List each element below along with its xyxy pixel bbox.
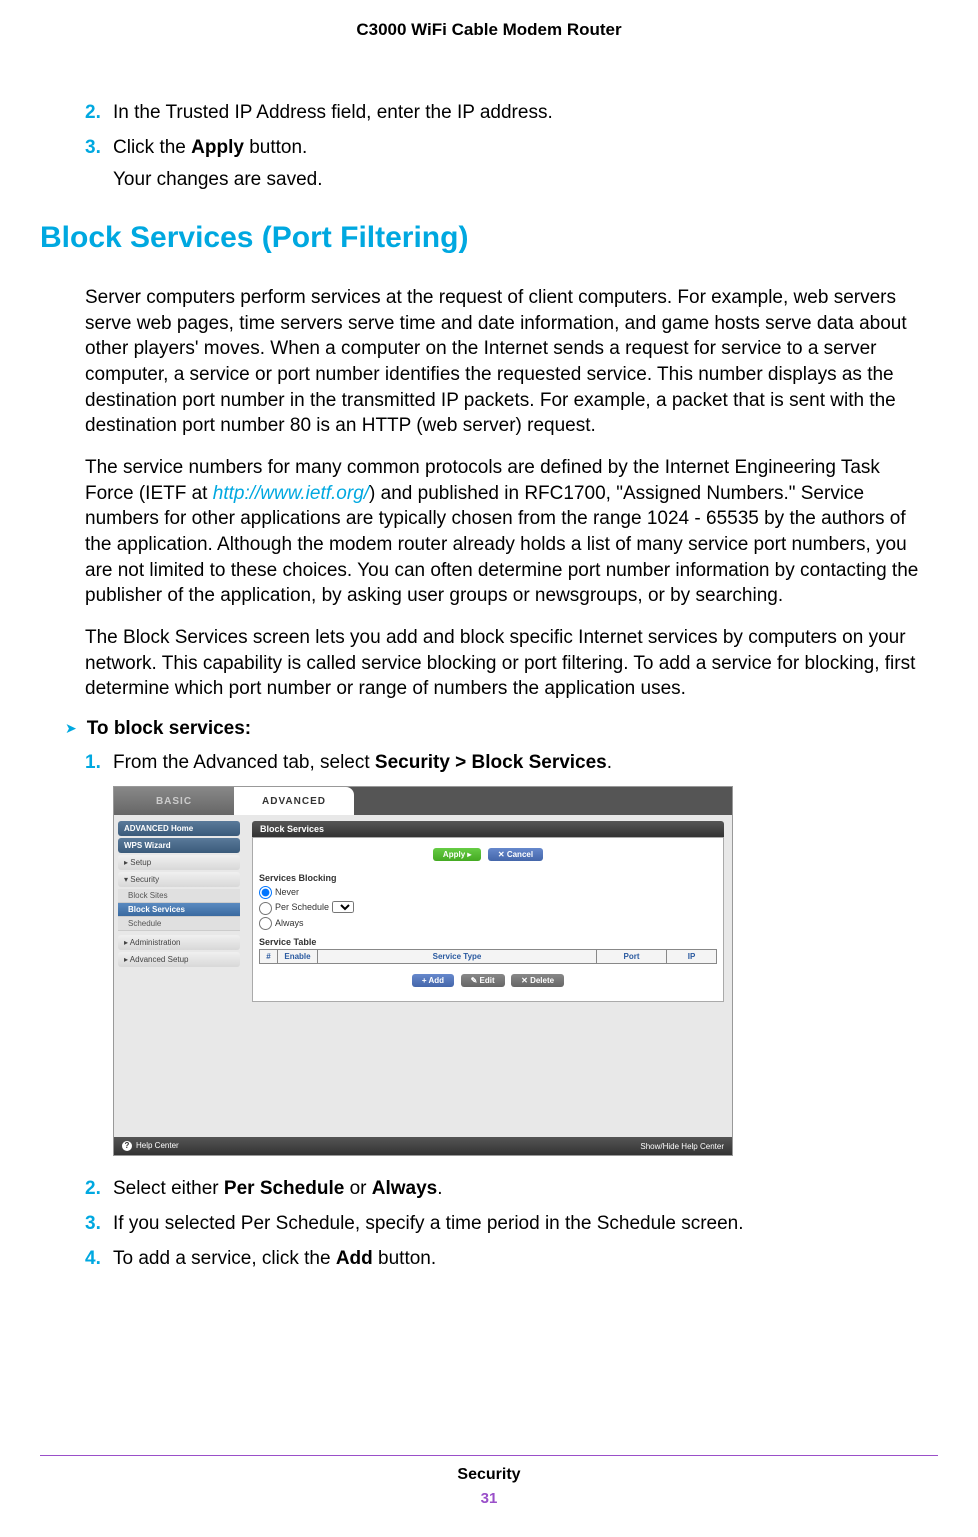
arrow-icon: ➤: [65, 720, 77, 737]
paragraph-2: The service numbers for many common prot…: [85, 455, 933, 609]
step-2-top: 2. In the Trusted IP Address field, ente…: [85, 100, 933, 127]
ietf-link[interactable]: http://www.ietf.org/: [213, 483, 369, 504]
apply-button[interactable]: Apply ▸: [433, 848, 481, 861]
radio-always-input[interactable]: [259, 917, 272, 930]
nav-advanced-setup[interactable]: ▸ Advanced Setup: [118, 952, 240, 967]
service-table: # Enable Service Type Port IP: [259, 949, 717, 964]
ss-main-panel: Block Services Apply ▸ ✕ Cancel Services…: [244, 815, 732, 1137]
edit-button[interactable]: ✎ Edit: [461, 974, 505, 987]
step-text: In the Trusted IP Address field, enter t…: [113, 100, 933, 127]
paragraph-3: The Block Services screen lets you add a…: [85, 625, 933, 702]
nav-block-sites[interactable]: Block Sites: [118, 889, 240, 903]
nav-block-services[interactable]: Block Services: [118, 903, 240, 917]
ss-sidebar: ADVANCED Home WPS Wizard ▸ Setup ▾ Secur…: [114, 815, 244, 1137]
show-hide-help[interactable]: Show/Hide Help Center: [640, 1142, 724, 1151]
services-blocking-label: Services Blocking: [259, 873, 717, 883]
step-3-top: 3. Click the Apply button.: [85, 135, 933, 162]
th-enable: Enable: [278, 949, 318, 963]
step-number: 3.: [85, 135, 113, 162]
schedule-select[interactable]: [332, 901, 354, 913]
step-3: 3. If you selected Per Schedule, specify…: [85, 1211, 933, 1238]
help-icon: ?: [122, 1141, 132, 1151]
ss-footer: ?Help Center Show/Hide Help Center: [114, 1137, 732, 1155]
tab-advanced[interactable]: ADVANCED: [234, 787, 354, 815]
step-number: 4.: [85, 1246, 113, 1273]
delete-button[interactable]: ✕ Delete: [511, 974, 564, 987]
step-text: To add a service, click the Add button.: [113, 1246, 933, 1273]
nav-security[interactable]: ▾ Security: [118, 872, 240, 887]
th-service-type: Service Type: [318, 949, 597, 963]
page-header: C3000 WiFi Cable Modem Router: [40, 20, 938, 40]
panel-title: Block Services: [252, 821, 724, 837]
footer-section-label: Security: [0, 1466, 978, 1484]
ss-tab-bar: BASIC ADVANCED: [114, 787, 732, 815]
nav-advanced-home[interactable]: ADVANCED Home: [118, 821, 240, 836]
th-ip: IP: [667, 949, 717, 963]
radio-never[interactable]: Never: [259, 885, 717, 900]
step-text: From the Advanced tab, select Security >…: [113, 750, 933, 777]
procedure-title: To block services:: [87, 718, 251, 740]
step-text: Select either Per Schedule or Always.: [113, 1176, 933, 1203]
step-text: If you selected Per Schedule, specify a …: [113, 1211, 933, 1238]
tab-basic[interactable]: BASIC: [114, 787, 234, 815]
step-number: 1.: [85, 750, 113, 777]
paragraph-1: Server computers perform services at the…: [85, 285, 933, 439]
help-center[interactable]: ?Help Center: [122, 1141, 179, 1151]
service-table-label: Service Table: [259, 937, 717, 947]
radio-per-schedule[interactable]: Per Schedule: [259, 900, 717, 915]
nav-schedule[interactable]: Schedule: [118, 917, 240, 931]
section-heading: Block Services (Port Filtering): [40, 221, 933, 255]
cancel-button[interactable]: ✕ Cancel: [488, 848, 543, 861]
add-button[interactable]: + Add: [412, 974, 454, 987]
th-num: #: [260, 949, 278, 963]
nav-setup[interactable]: ▸ Setup: [118, 855, 240, 870]
nav-wps-wizard[interactable]: WPS Wizard: [118, 838, 240, 853]
radio-always[interactable]: Always: [259, 916, 717, 931]
radio-per-schedule-input[interactable]: [259, 902, 272, 915]
th-port: Port: [597, 949, 667, 963]
footer-divider: [40, 1455, 938, 1456]
screenshot-block-services: BASIC ADVANCED ADVANCED Home WPS Wizard …: [113, 786, 733, 1156]
step-text: Click the Apply button.: [113, 135, 933, 162]
page-footer: Security 31: [0, 1455, 978, 1507]
procedure-heading: ➤ To block services:: [65, 718, 933, 740]
page-number: 31: [0, 1490, 978, 1507]
step-1: 1. From the Advanced tab, select Securit…: [85, 750, 933, 777]
step-4: 4. To add a service, click the Add butto…: [85, 1246, 933, 1273]
step-number: 3.: [85, 1211, 113, 1238]
step-number: 2.: [85, 1176, 113, 1203]
radio-never-input[interactable]: [259, 886, 272, 899]
step-number: 2.: [85, 100, 113, 127]
step-result: Your changes are saved.: [113, 169, 933, 191]
step-2: 2. Select either Per Schedule or Always.: [85, 1176, 933, 1203]
nav-administration[interactable]: ▸ Administration: [118, 935, 240, 950]
